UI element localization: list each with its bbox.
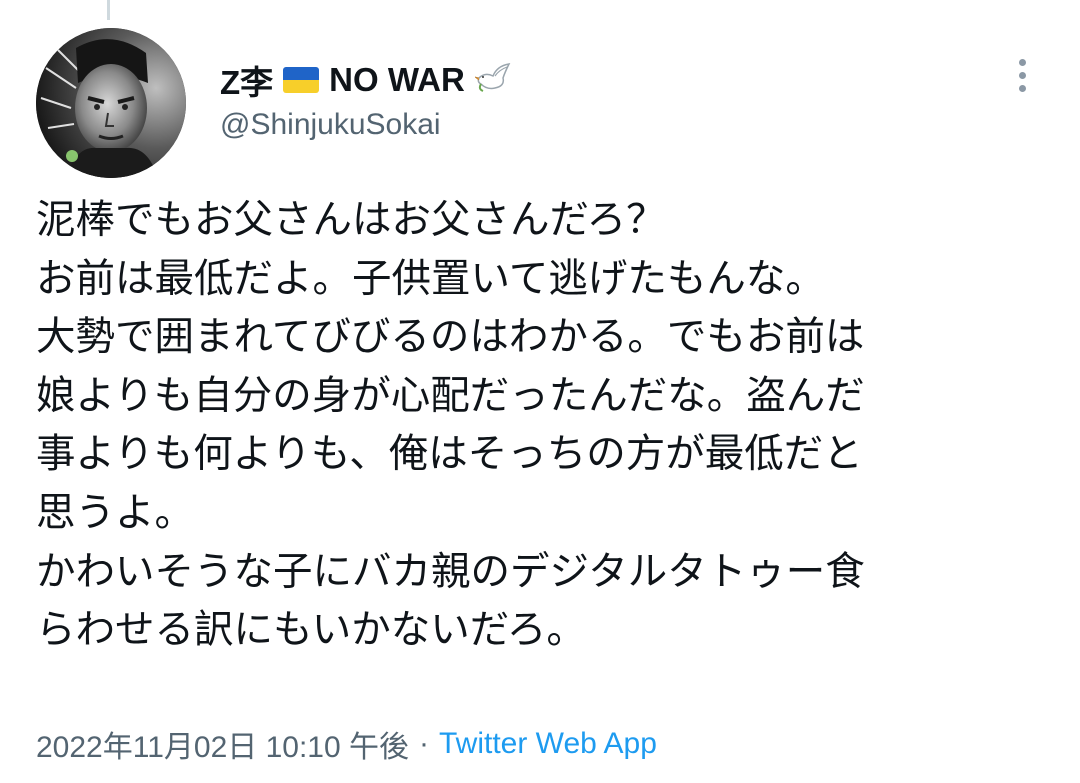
ukraine-flag-icon <box>283 67 320 93</box>
tweet-meta: 2022年11月02日 10:10 午後 · Twitter Web App <box>36 722 657 766</box>
tweet-line: 大勢で囲まれてびびるのはわかる。でもお前は <box>36 314 865 361</box>
tweet-line: 泥棒でもお父さんはお父さんだろ？ <box>36 197 666 243</box>
tweet-line: らわせる訳にもいかないだろ。 <box>36 607 586 654</box>
tweet-line: 思うよ。 <box>36 489 194 536</box>
tweet-line: 娘よりも自分の身が心配だったんだな。盗んだ <box>36 372 865 419</box>
meta-separator: · <box>419 727 429 760</box>
tweet-line: かわいそうな子にバカ親のデジタルタトゥー食 <box>36 548 865 595</box>
more-vertical-icon[interactable] <box>1010 56 1036 96</box>
tweet-line: お前は最低だよ。子供置いて逃げたもんな。 <box>36 255 825 302</box>
tweet-header: Z李 NO WAR @ShinjukuSokai <box>220 58 990 142</box>
tweet-page: Z李 NO WAR @ShinjukuSokai 泥棒でもお父さんはお父さんだろ… <box>0 0 1080 783</box>
tweet-timestamp[interactable]: 2022年11月02日 10:10 午後 <box>36 722 409 766</box>
no-war-label[interactable]: NO WAR <box>329 61 465 99</box>
display-name[interactable]: Z李 <box>220 56 273 104</box>
avatar-illustration <box>36 28 186 178</box>
user-handle[interactable]: @ShinjukuSokai <box>220 108 990 142</box>
tweet-line: 事よりも何よりも、俺はそっちの方が最低だと <box>36 431 863 478</box>
source-link[interactable]: Twitter Web App <box>439 727 657 761</box>
tweet-text: 泥棒でもお父さんはお父さんだろ？ お前は最低だよ。子供置いて逃げたもんな。 大勢… <box>36 191 1061 660</box>
thread-connector-line <box>107 0 110 20</box>
avatar[interactable] <box>36 28 186 178</box>
dove-icon <box>474 62 513 98</box>
name-row: Z李 NO WAR <box>220 58 990 102</box>
